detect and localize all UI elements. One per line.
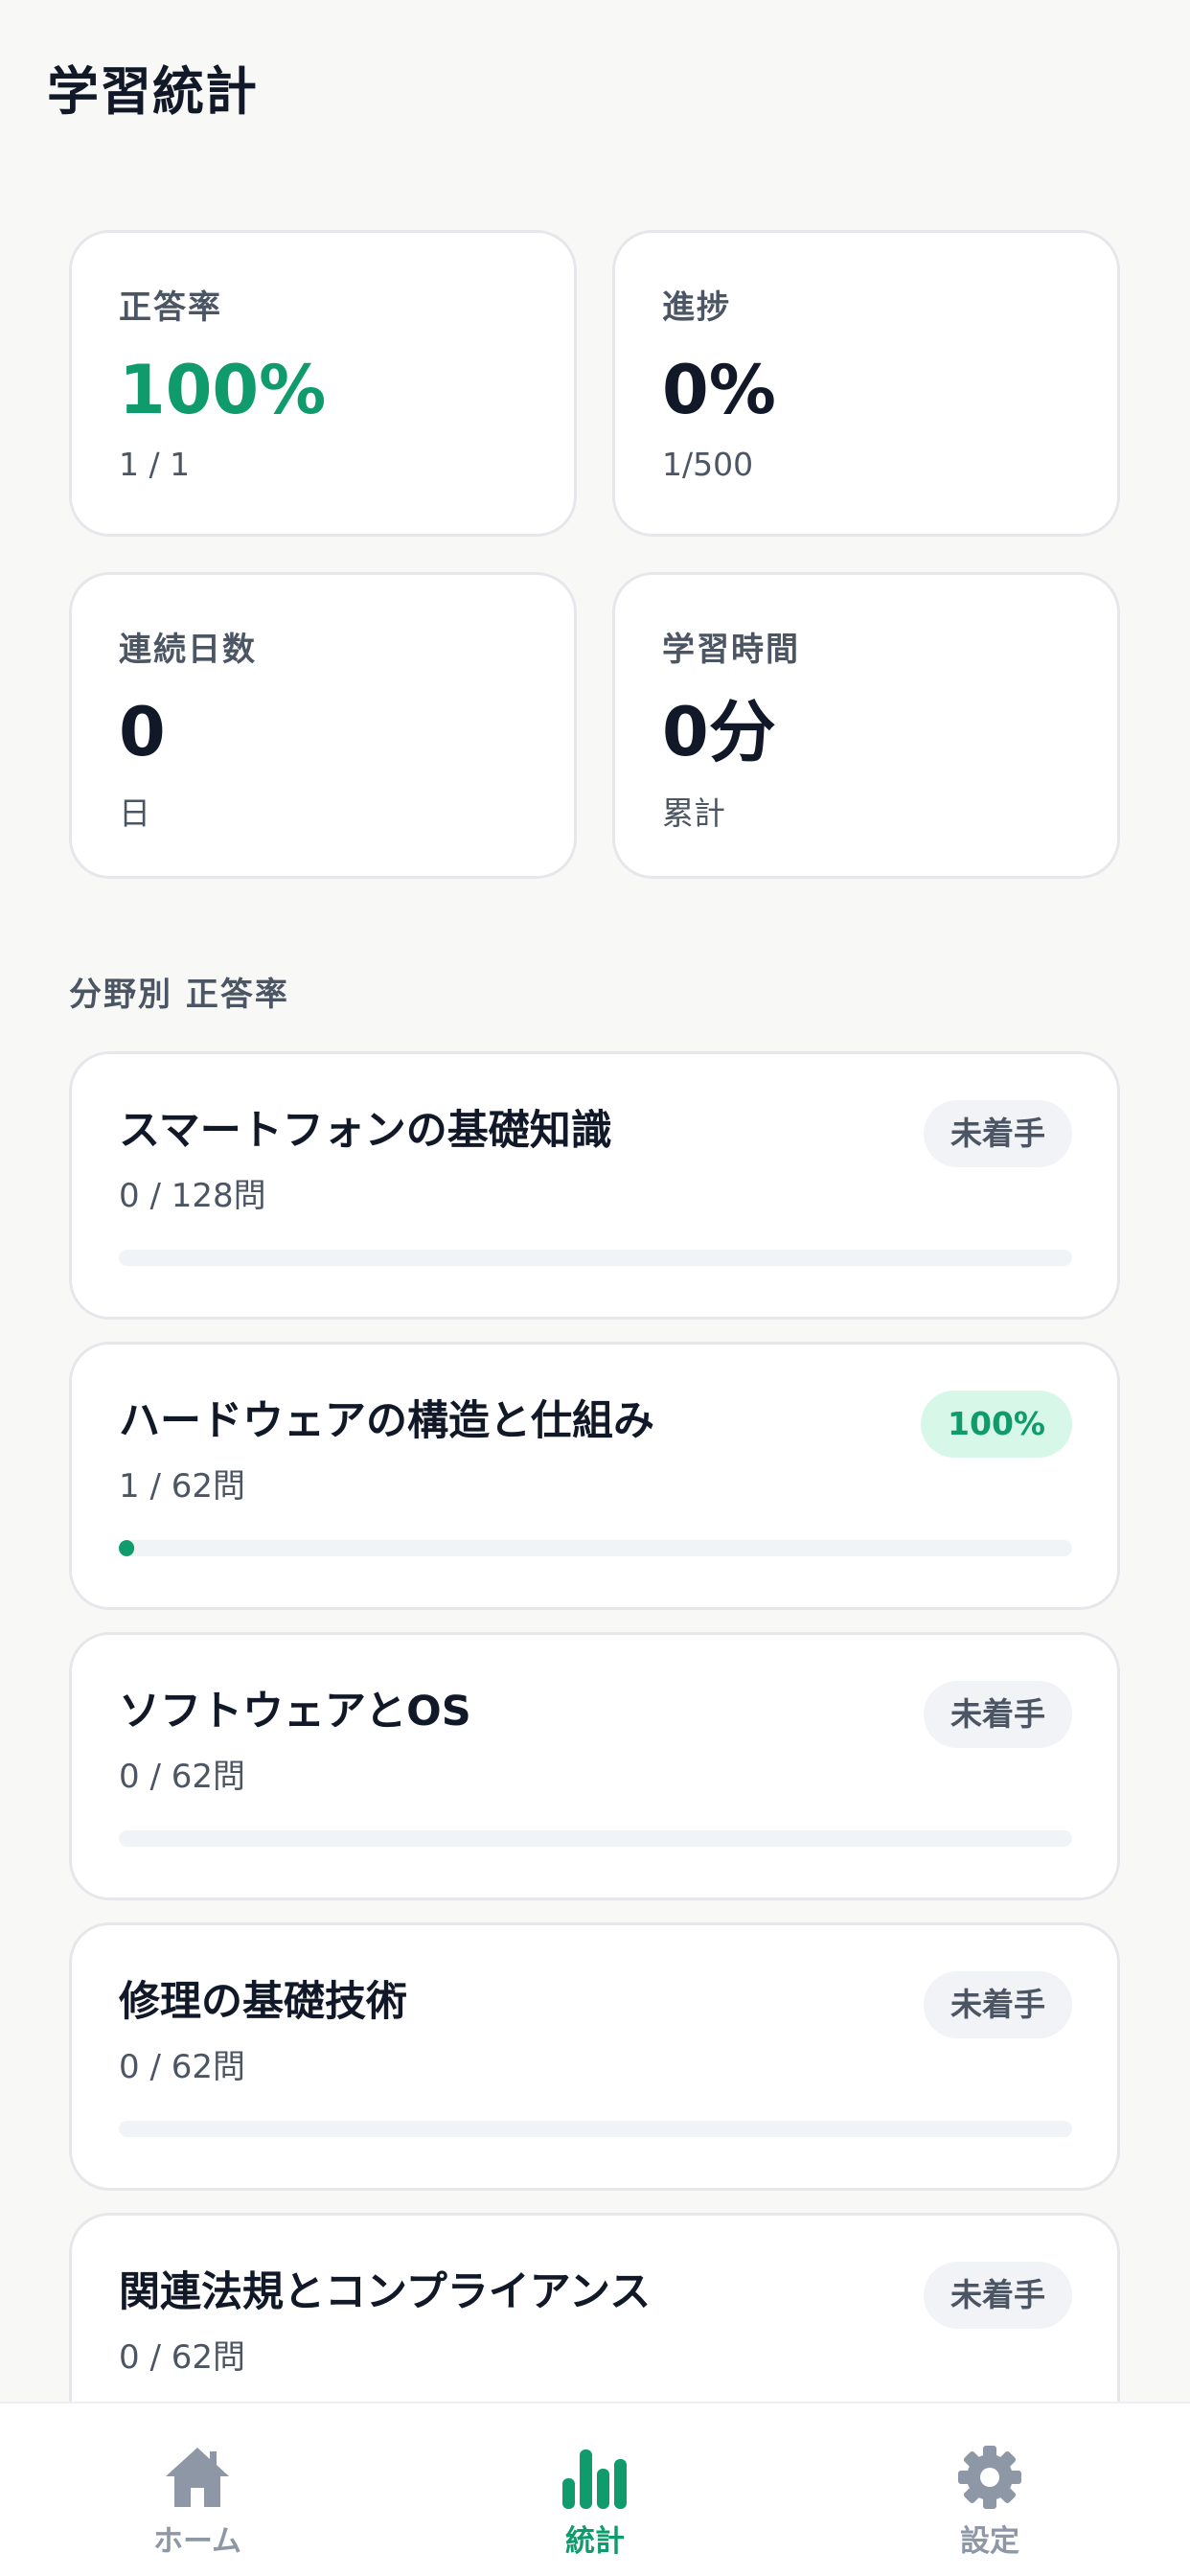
bar-chart-icon (562, 2450, 627, 2509)
stat-label: 進捗 (662, 288, 731, 327)
stat-label: 正答率 (119, 288, 222, 327)
bottom-nav: ホーム 統計 設定 (0, 2402, 1190, 2576)
status-badge: 100% (921, 1391, 1072, 1458)
status-badge: 未着手 (924, 1681, 1072, 1748)
progress-track (119, 1830, 1072, 1847)
stat-sub: 1/500 (662, 446, 754, 483)
progress-track (119, 1540, 1072, 1556)
category-count: 0 / 62問 (119, 1758, 245, 1796)
category-count: 1 / 62問 (119, 1467, 245, 1506)
stat-label: 学習時間 (662, 631, 800, 669)
progress-fill (119, 1540, 134, 1556)
nav-item-home[interactable]: ホーム (102, 2404, 293, 2576)
home-icon (166, 2448, 229, 2507)
study-time-card: 学習時間 0分 累計 (612, 572, 1120, 879)
page-title: 学習統計 (47, 61, 258, 122)
category-name: 修理の基礎技術 (119, 1978, 407, 2026)
category-card[interactable]: スマートフォンの基礎知識 0 / 128問 未着手 (69, 1051, 1120, 1320)
category-name: ハードウェアの構造と仕組み (119, 1397, 654, 1445)
nav-label: 統計 (565, 2524, 625, 2559)
stat-value: 100% (119, 351, 327, 429)
category-card[interactable]: ソフトウェアとOS 0 / 62問 未着手 (69, 1632, 1120, 1900)
section-heading: 分野別 正答率 (69, 976, 289, 1014)
progress-track (119, 2121, 1072, 2137)
status-badge: 未着手 (924, 1100, 1072, 1167)
progress-card: 進捗 0% 1/500 (612, 230, 1120, 537)
category-name: ソフトウェアとOS (119, 1688, 471, 1736)
stat-label: 連続日数 (119, 631, 257, 669)
category-name: スマートフォンの基礎知識 (119, 1107, 612, 1155)
nav-label: 設定 (960, 2524, 1019, 2559)
nav-item-settings[interactable]: 設定 (894, 2404, 1086, 2576)
category-count: 0 / 128問 (119, 1177, 266, 1215)
stat-sub: 累計 (662, 794, 725, 832)
status-badge: 未着手 (924, 1971, 1072, 2038)
nav-item-stats[interactable]: 統計 (499, 2404, 691, 2576)
category-count: 0 / 62問 (119, 2048, 245, 2086)
stat-value: 0% (662, 351, 776, 429)
stat-sub: 日 (119, 794, 150, 832)
stat-sub: 1 / 1 (119, 446, 191, 483)
category-count: 0 / 62問 (119, 2338, 245, 2377)
category-card[interactable]: 修理の基礎技術 0 / 62問 未着手 (69, 1922, 1120, 2191)
category-name: 関連法規とコンプライアンス (119, 2268, 652, 2316)
category-card[interactable]: ハードウェアの構造と仕組み 1 / 62問 100% (69, 1342, 1120, 1610)
stats-screen: 学習統計 正答率 100% 1 / 1 進捗 0% 1/500 連続日数 0 日… (0, 0, 1190, 2576)
stat-value: 0 (119, 693, 166, 771)
progress-track (119, 1250, 1072, 1266)
accuracy-card: 正答率 100% 1 / 1 (69, 230, 577, 537)
stat-value: 0分 (662, 693, 776, 771)
gear-icon (958, 2446, 1021, 2509)
streak-card: 連続日数 0 日 (69, 572, 577, 879)
nav-label: ホーム (152, 2524, 242, 2559)
status-badge: 未着手 (924, 2262, 1072, 2329)
